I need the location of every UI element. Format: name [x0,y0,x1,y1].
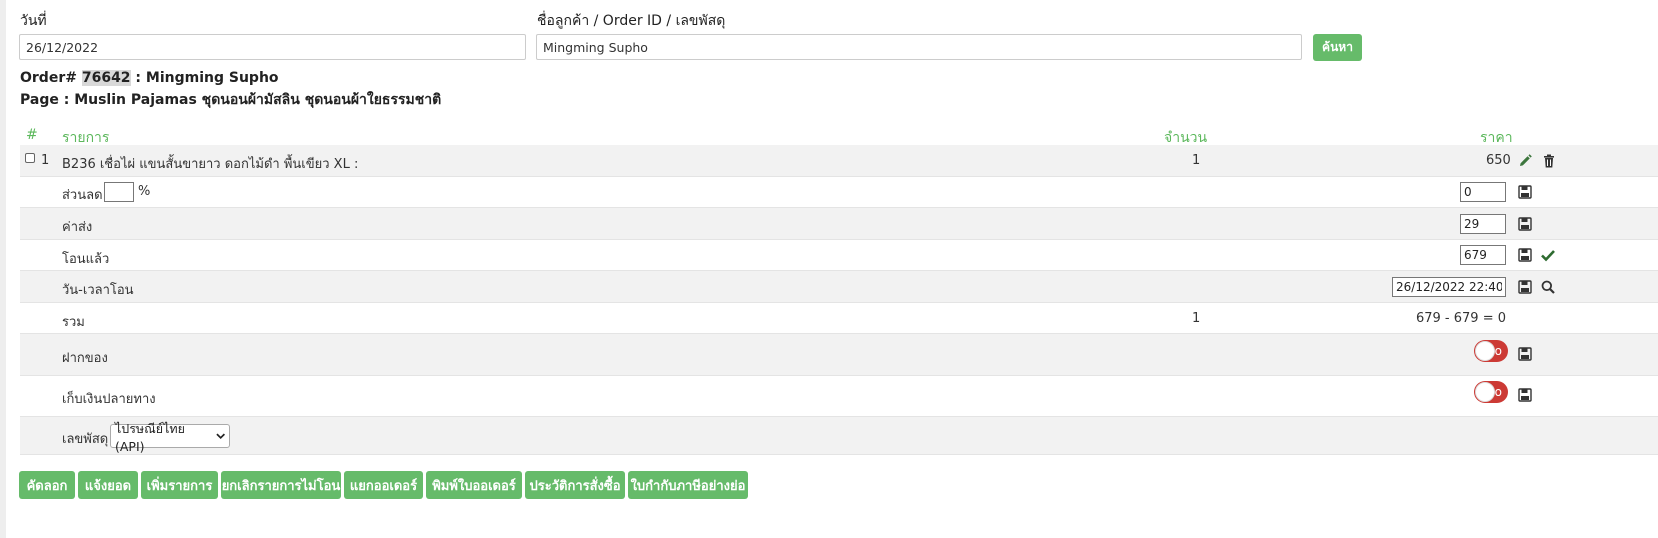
paid-label: โอนแล้ว [62,252,110,267]
col-num: # [26,127,38,143]
paid-time-label: วัน-เวลาโอน [62,283,134,298]
total-qty: 1 [1192,311,1201,326]
cancel-unpaid-button[interactable]: ยกเลิกรายการไม่โอน [221,471,341,499]
left-edge [0,0,6,538]
check-icon [1541,250,1555,262]
customer-search-input[interactable] [536,34,1302,60]
tracking-label: เลขพัสดุ [62,432,109,447]
item-qty: 1 [1192,153,1201,168]
table-row-item: 1 B236 เชื่อไผ่ แขนสั้นขายาว ดอกไม้ดำ พื… [20,145,1658,177]
item-checkbox[interactable] [25,153,35,163]
percent-sign: % [138,184,151,199]
deposit-label: ฝากของ [62,351,108,366]
discount-label: ส่วนลด [62,188,103,203]
shipping-label: ค่าส่ง [62,220,93,235]
order-id: 76642 [81,70,131,86]
tax-invoice-button[interactable]: ใบกำกับภาษีอย่างย่อ [628,471,748,499]
add-item-button[interactable]: เพิ่มรายการ [141,471,218,499]
edit-icon[interactable] [1518,154,1532,168]
toggle-knob [1475,382,1495,402]
discount-percent-input[interactable] [104,182,134,202]
date-input[interactable] [19,34,526,60]
save-icon[interactable] [1518,280,1532,294]
search-button[interactable]: ค้นหา [1313,34,1362,61]
cod-toggle[interactable]: No [1474,381,1508,403]
discount-input[interactable] [1460,182,1506,202]
table-row-deposit: ฝากของ No [20,334,1658,376]
table-row-cod: เก็บเงินปลายทาง No [20,376,1658,417]
chevron-down-icon [215,433,225,440]
copy-button[interactable]: คัดลอก [19,471,75,499]
order-title: Order# 76642 : Mingming Supho [20,70,279,86]
split-order-button[interactable]: แยกออเดอร์ [344,471,423,499]
table-row-discount: ส่วนลด % [20,177,1658,208]
total-label: รวม [62,315,85,330]
toggle-knob [1475,341,1495,361]
save-icon[interactable] [1518,248,1532,262]
table-row-total: รวม 1 679 - 679 = 0 [20,303,1658,334]
table-row-paid-time: วัน-เวลาโอน [20,271,1658,303]
order-prefix: Order# [20,70,82,86]
tracking-carrier-select[interactable]: ไปรษณีย์ไทย (API) [110,421,230,454]
trash-icon[interactable] [1542,154,1556,168]
date-label: วันที่ [20,13,47,29]
tracking-carrier-value: ไปรษณีย์ไทย (API) [115,420,185,454]
customer-search-label: ชื่อลูกค้า / Order ID / เลขพัสดุ [537,13,726,29]
item-name: B236 เชื่อไผ่ แขนสั้นขายาว ดอกไม้ดำ พื้น… [62,157,359,172]
order-customer: : Mingming Supho [130,70,279,86]
paid-time-input[interactable] [1392,277,1506,297]
save-icon[interactable] [1518,217,1532,231]
table-row-paid: โอนแล้ว [20,240,1658,271]
deposit-toggle[interactable]: No [1474,340,1508,362]
shipping-input[interactable] [1460,214,1506,234]
item-num: 1 [41,153,50,168]
order-page-line: Page : Muslin Pajamas ชุดนอนผ้ามัสลิน ชุ… [20,92,442,108]
cod-label: เก็บเงินปลายทาง [62,392,156,407]
save-icon[interactable] [1518,388,1532,402]
table-row-tracking: เลขพัสดุ ไปรษณีย์ไทย (API) [20,417,1658,455]
order-history-button[interactable]: ประวัติการสั่งซื้อ [525,471,625,499]
save-icon[interactable] [1518,185,1532,199]
table-row-shipping: ค่าส่ง [20,208,1658,240]
total-calc: 679 - 679 = 0 [1415,311,1506,326]
save-icon[interactable] [1518,347,1532,361]
search-icon[interactable] [1541,280,1555,294]
notify-total-button[interactable]: แจ้งยอด [78,471,138,499]
item-price: 650 [1486,153,1511,168]
paid-input[interactable] [1460,245,1506,265]
print-order-button[interactable]: พิมพ์ใบออเดอร์ [426,471,522,499]
